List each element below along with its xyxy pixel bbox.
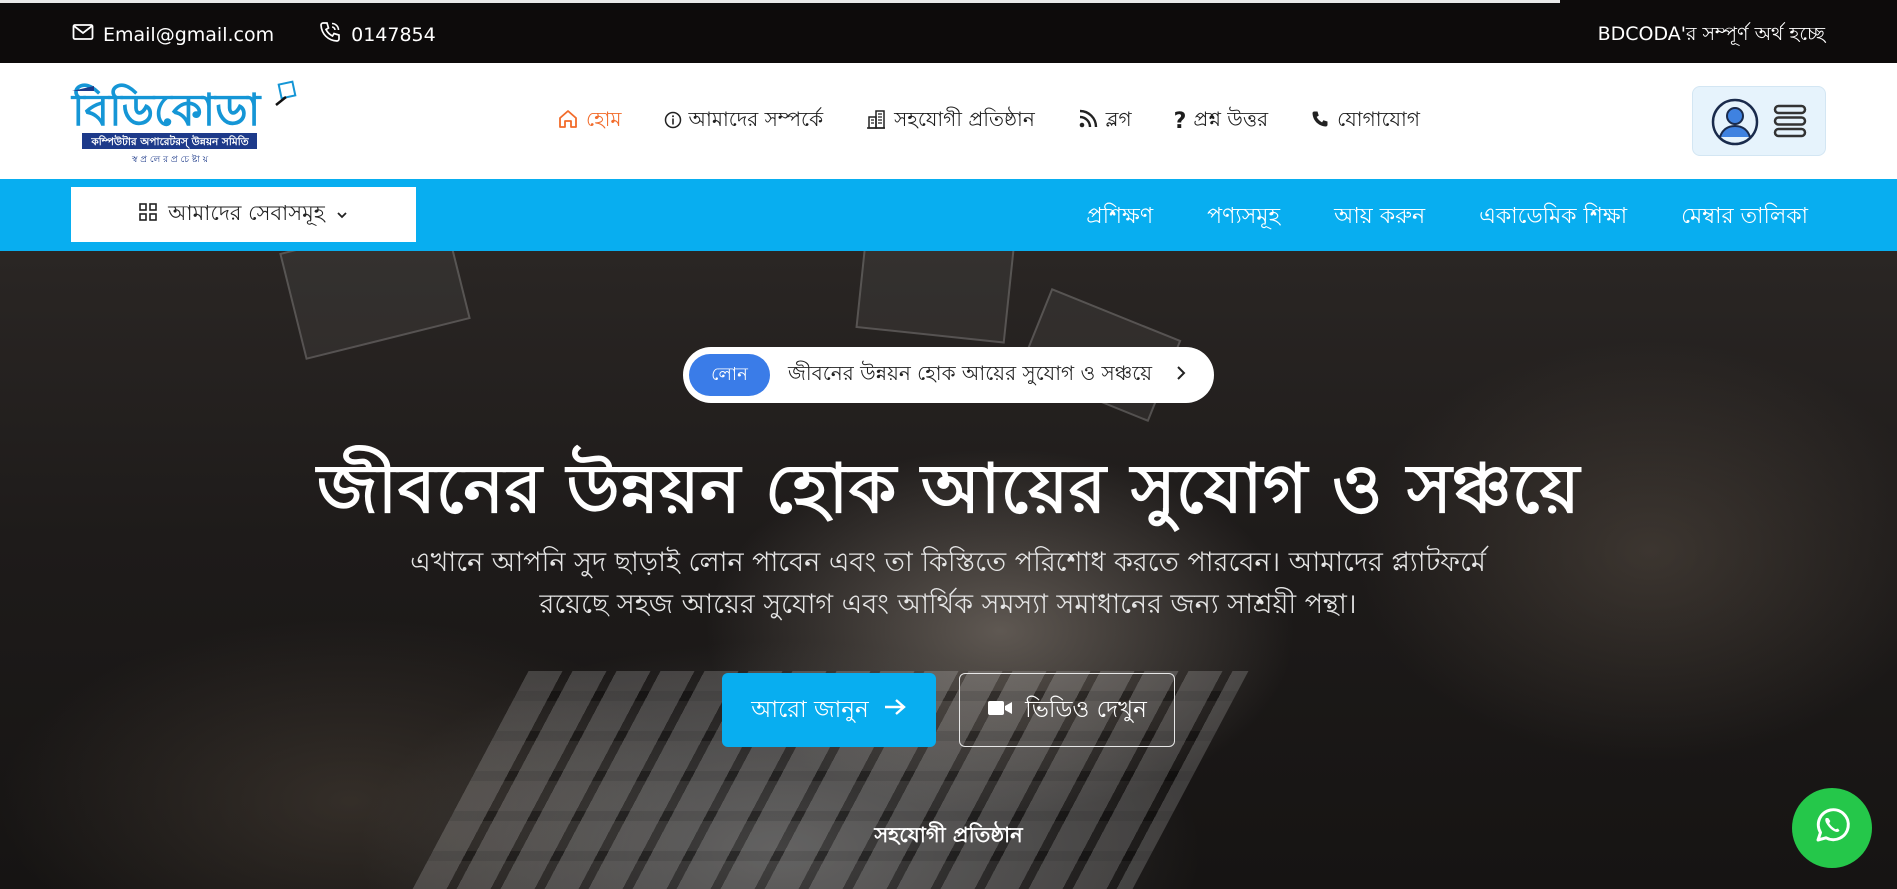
nav-item-blog[interactable]: ব্লগ [1077,105,1132,138]
nav-item-about[interactable]: আমাদের সম্পর্কে [664,105,824,138]
top-divider [0,0,1560,3]
main-header: বিডিকোডা কম্পিউটার অপারেটরস্ উন্নয়ন সমি… [0,63,1897,179]
logo-motto: স্ব প্র লে র প্র চে ষ্টা য় [131,154,209,165]
top-bar: Email@gmail.com 0147854 BDCODA'র সম্পূর্… [0,0,1897,63]
announcement-pill[interactable]: লোন জীবনের উন্নয়ন হোক আয়ের সুযোগ ও সঞ্… [683,347,1214,403]
service-link-earn[interactable]: আয় করুন [1334,199,1425,236]
grid-icon [138,202,158,227]
envelope-decoration [279,251,471,360]
service-link-members[interactable]: মেম্বার তালিকা [1681,199,1808,236]
nav-label-home: হোম [586,107,622,131]
video-camera-icon [987,697,1013,723]
logo-tagline: কম্পিউটার অপারেটরস্ উন্নয়ন সমিতি [90,134,249,149]
building-icon [865,108,887,135]
services-dropdown-button[interactable]: আমাদের সেবাসমূহ [71,187,416,242]
hero-title: জীবনের উন্নয়ন হোক আয়ের সুযোগ ও সঞ্চয়ে [316,450,1581,529]
service-link-products[interactable]: পণ্যসমূহ [1207,199,1280,236]
service-link-academic[interactable]: একাডেমিক শিক্ষা [1479,199,1627,236]
logo-title: বিডিকোডা [70,83,263,136]
email-contact[interactable]: Email@gmail.com [72,23,274,46]
arrow-right-icon [883,697,907,723]
main-nav: হোম আমাদের সম্পর্কে সহযোগী প্রতিষ্ঠান ব্… [557,105,1420,138]
nav-label-about: আমাদের সম্পর্কে [688,107,824,131]
chevron-down-icon [335,203,349,227]
nav-item-contact[interactable]: যোগাযোগ [1310,105,1420,138]
home-icon [557,108,579,135]
watch-video-label: ভিডিও দেখুন [1025,696,1147,723]
nav-label-partners: সহযোগী প্রতিষ্ঠান [894,107,1035,131]
nav-item-faq[interactable]: ? প্রশ্ন উত্তর [1174,105,1269,138]
hero-subtitle: এখানে আপনি সুদ ছাড়াই লোন পাবেন এবং তা ক… [348,542,1548,626]
nav-label-blog: ব্লগ [1105,107,1132,131]
service-link-training[interactable]: প্রশিক্ষণ [1086,199,1153,236]
learn-more-button[interactable]: আরো জানুন [722,673,936,747]
service-links: প্রশিক্ষণ পণ্যসমূহ আয় করুন একাডেমিক শিক… [1086,199,1808,236]
hero-subtitle-line: এখানে আপনি সুদ ছাড়াই লোন পাবেন এবং তা ক… [410,547,1486,578]
partners-heading: সহযোগী প্রতিষ্ঠান [874,823,1023,847]
phone-contact[interactable]: 0147854 [318,20,436,49]
nav-item-partners[interactable]: সহযোগী প্রতিষ্ঠান [865,105,1035,138]
marquee-text: BDCODA'র সম্পূর্ণ অর্থ হচ্ছে [1597,23,1825,45]
user-menu-box[interactable] [1692,86,1826,156]
question-icon: ? [1173,109,1187,134]
services-label: আমাদের সেবাসমূহ [168,201,325,225]
service-bar: আমাদের সেবাসমূহ প্রশিক্ষণ পণ্যসমূহ আয় ক… [0,179,1897,251]
phone-icon [318,20,342,49]
pill-tag: লোন [689,354,770,396]
mail-icon [72,23,94,46]
learn-more-label: আরো জানুন [751,696,869,723]
chevron-right-icon [1174,365,1188,385]
nav-item-home[interactable]: হোম [557,105,622,138]
info-icon [664,110,682,134]
email-text: Email@gmail.com [103,23,275,46]
whatsapp-icon [1810,804,1854,852]
user-avatar-icon[interactable] [1711,98,1759,150]
hero-section: লোন জীবনের উন্নয়ন হোক আয়ের সুযোগ ও সঞ্… [0,251,1897,889]
rss-icon [1077,108,1099,135]
phone-icon [1310,109,1330,134]
hero-subtitle-line: রয়েছে সহজ আয়ের সুযোগ এবং আর্থিক সমস্যা… [539,589,1357,620]
hamburger-menu-icon[interactable] [1773,103,1807,143]
envelope-decoration [855,251,1015,344]
watch-video-button[interactable]: ভিডিও দেখুন [959,673,1175,747]
whatsapp-button[interactable] [1792,788,1872,868]
pill-text: জীবনের উন্নয়ন হোক আয়ের সুযোগ ও সঞ্চয়ে [788,360,1153,385]
nav-label-contact: যোগাযোগ [1337,107,1420,131]
nav-label-faq: প্রশ্ন উত্তর [1193,107,1269,131]
phone-text: 0147854 [351,23,436,46]
site-logo[interactable]: বিডিকোডা কম্পিউটার অপারেটরস্ উন্নয়ন সমি… [70,75,300,167]
